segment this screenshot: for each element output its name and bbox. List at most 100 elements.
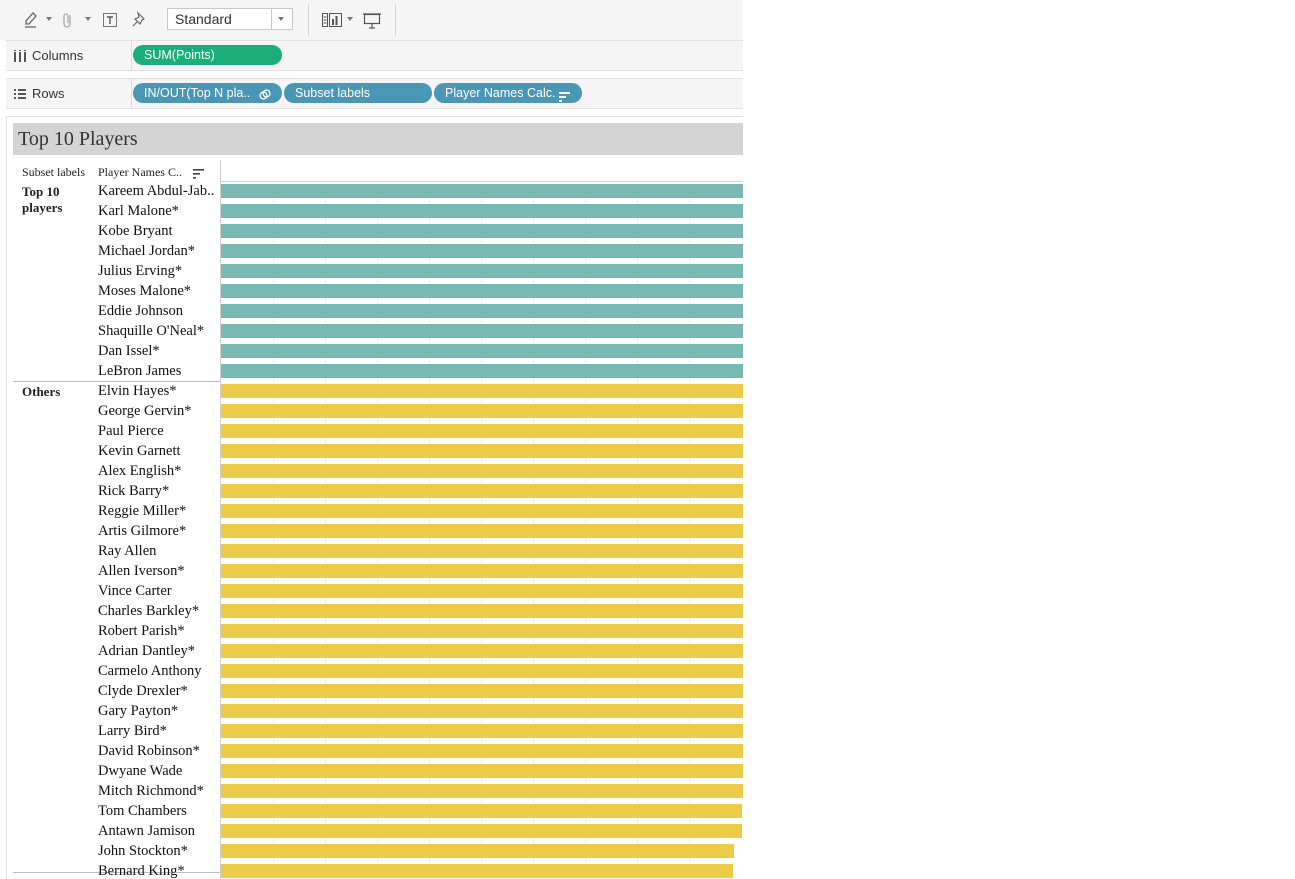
player-name-label[interactable]: Karl Malone*: [98, 201, 220, 221]
player-name-label[interactable]: Moses Malone*: [98, 281, 220, 301]
show-me-dropdown-icon[interactable]: [347, 17, 353, 21]
bar-others[interactable]: [221, 464, 743, 478]
header-subset-labels[interactable]: Subset labels: [22, 165, 85, 180]
player-name-label[interactable]: Allen Iverson*: [98, 561, 220, 581]
player-name-label[interactable]: David Robinson*: [98, 741, 220, 761]
bar-others[interactable]: [221, 424, 743, 438]
pill-label: Player Names Calc.: [445, 86, 556, 100]
player-name-label[interactable]: Eddie Johnson: [98, 301, 220, 321]
pill-player-names-calc[interactable]: Player Names Calc.: [434, 83, 582, 103]
fit-select-button[interactable]: [271, 9, 292, 29]
highlighter-dropdown-icon[interactable]: [46, 17, 52, 21]
rows-shelf[interactable]: Rows IN/OUT(Top N pla.. Subset labels Pl…: [6, 78, 743, 109]
player-name-label[interactable]: Elvin Hayes*: [98, 381, 220, 401]
columns-shelf[interactable]: Columns SUM(Points): [6, 40, 743, 71]
bar-others[interactable]: [221, 444, 743, 458]
player-name-label[interactable]: Bernard King*: [98, 861, 220, 879]
player-name-label[interactable]: Adrian Dantley*: [98, 641, 220, 661]
player-name-label[interactable]: Gary Payton*: [98, 701, 220, 721]
bar-others[interactable]: [221, 724, 743, 738]
group-label-others[interactable]: Others: [22, 384, 60, 400]
fit-select-value: Standard: [175, 11, 232, 27]
bar-others[interactable]: [221, 704, 743, 718]
presentation-icon[interactable]: [360, 8, 384, 32]
player-name-label[interactable]: Vince Carter: [98, 581, 220, 601]
bar-others[interactable]: [221, 604, 743, 618]
player-name-label[interactable]: Kevin Garnett: [98, 441, 220, 461]
player-name-label[interactable]: John Stockton*: [98, 841, 220, 861]
bar-others[interactable]: [221, 504, 743, 518]
bar-others[interactable]: [221, 404, 743, 418]
player-name-label[interactable]: Artis Gilmore*: [98, 521, 220, 541]
bar-others[interactable]: [221, 744, 743, 758]
bar-others[interactable]: [221, 584, 743, 598]
player-name-label[interactable]: Antawn Jamison: [98, 821, 220, 841]
fit-select[interactable]: Standard: [167, 8, 293, 30]
bar-others[interactable]: [221, 784, 743, 798]
bar-others[interactable]: [221, 824, 742, 838]
group-label-line: players: [22, 200, 63, 215]
show-me-icon[interactable]: [320, 8, 344, 32]
bar-others[interactable]: [221, 484, 743, 498]
paperclip-icon[interactable]: [58, 8, 78, 32]
player-name-label[interactable]: Shaquille O'Neal*: [98, 321, 220, 341]
bar-top10[interactable]: [221, 264, 743, 278]
bar-top10[interactable]: [221, 364, 743, 378]
text-label-icon[interactable]: [100, 8, 120, 32]
player-name-label[interactable]: Robert Parish*: [98, 621, 220, 641]
pill-label: SUM(Points): [144, 48, 215, 62]
bar-others[interactable]: [221, 524, 743, 538]
player-name-label[interactable]: Clyde Drexler*: [98, 681, 220, 701]
bar-top10[interactable]: [221, 204, 743, 218]
player-name-label[interactable]: Dan Issel*: [98, 341, 220, 361]
player-name-label[interactable]: Rick Barry*: [98, 481, 220, 501]
bar-others[interactable]: [221, 844, 734, 858]
player-name-label[interactable]: Kareem Abdul-Jab..: [98, 181, 220, 201]
bar-others[interactable]: [221, 664, 743, 678]
pill-subset-labels[interactable]: Subset labels: [284, 83, 432, 103]
player-name-label[interactable]: Mitch Richmond*: [98, 781, 220, 801]
header-player-names[interactable]: Player Names C..: [98, 165, 182, 180]
worksheet-title: Top 10 Players: [18, 128, 138, 150]
columns-icon: [14, 49, 26, 67]
bar-top10[interactable]: [221, 324, 743, 338]
bar-top10[interactable]: [221, 244, 743, 258]
player-name-label[interactable]: Alex English*: [98, 461, 220, 481]
player-name-label[interactable]: Julius Erving*: [98, 261, 220, 281]
player-name-label[interactable]: Michael Jordan*: [98, 241, 220, 261]
bar-top10[interactable]: [221, 344, 743, 358]
bar-others[interactable]: [221, 804, 742, 818]
columns-shelf-label: Columns: [32, 48, 84, 63]
paperclip-dropdown-icon[interactable]: [85, 17, 91, 21]
player-name-label[interactable]: Tom Chambers: [98, 801, 220, 821]
set-icon: [259, 87, 271, 103]
bar-top10[interactable]: [221, 284, 743, 298]
bar-top10[interactable]: [221, 224, 743, 238]
bar-others[interactable]: [221, 384, 743, 398]
bar-top10[interactable]: [221, 304, 743, 318]
bar-others[interactable]: [221, 644, 743, 658]
bar-others[interactable]: [221, 564, 743, 578]
player-name-label[interactable]: Reggie Miller*: [98, 501, 220, 521]
group-label-top10[interactable]: Top 10 players: [22, 184, 62, 216]
player-name-label[interactable]: Larry Bird*: [98, 721, 220, 741]
player-name-label[interactable]: George Gervin*: [98, 401, 220, 421]
player-name-label[interactable]: Kobe Bryant: [98, 221, 220, 241]
highlighter-icon[interactable]: [20, 8, 42, 32]
player-name-label[interactable]: Charles Barkley*: [98, 601, 220, 621]
bar-others[interactable]: [221, 864, 733, 878]
player-name-label[interactable]: Ray Allen: [98, 541, 220, 561]
player-name-label[interactable]: Dwyane Wade: [98, 761, 220, 781]
pill-sum-points[interactable]: SUM(Points): [133, 45, 282, 65]
bar-others[interactable]: [221, 764, 743, 778]
player-name-label[interactable]: Carmelo Anthony: [98, 661, 220, 681]
bar-others[interactable]: [221, 624, 743, 638]
bar-others[interactable]: [221, 684, 743, 698]
bar-top10[interactable]: [221, 184, 743, 198]
player-name-label[interactable]: LeBron James: [98, 361, 220, 381]
pill-in-out-top-n[interactable]: IN/OUT(Top N pla..: [133, 83, 282, 103]
pin-icon[interactable]: [130, 8, 150, 32]
bar-others[interactable]: [221, 544, 743, 558]
worksheet-title-bar[interactable]: Top 10 Players: [13, 123, 743, 155]
player-name-label[interactable]: Paul Pierce: [98, 421, 220, 441]
